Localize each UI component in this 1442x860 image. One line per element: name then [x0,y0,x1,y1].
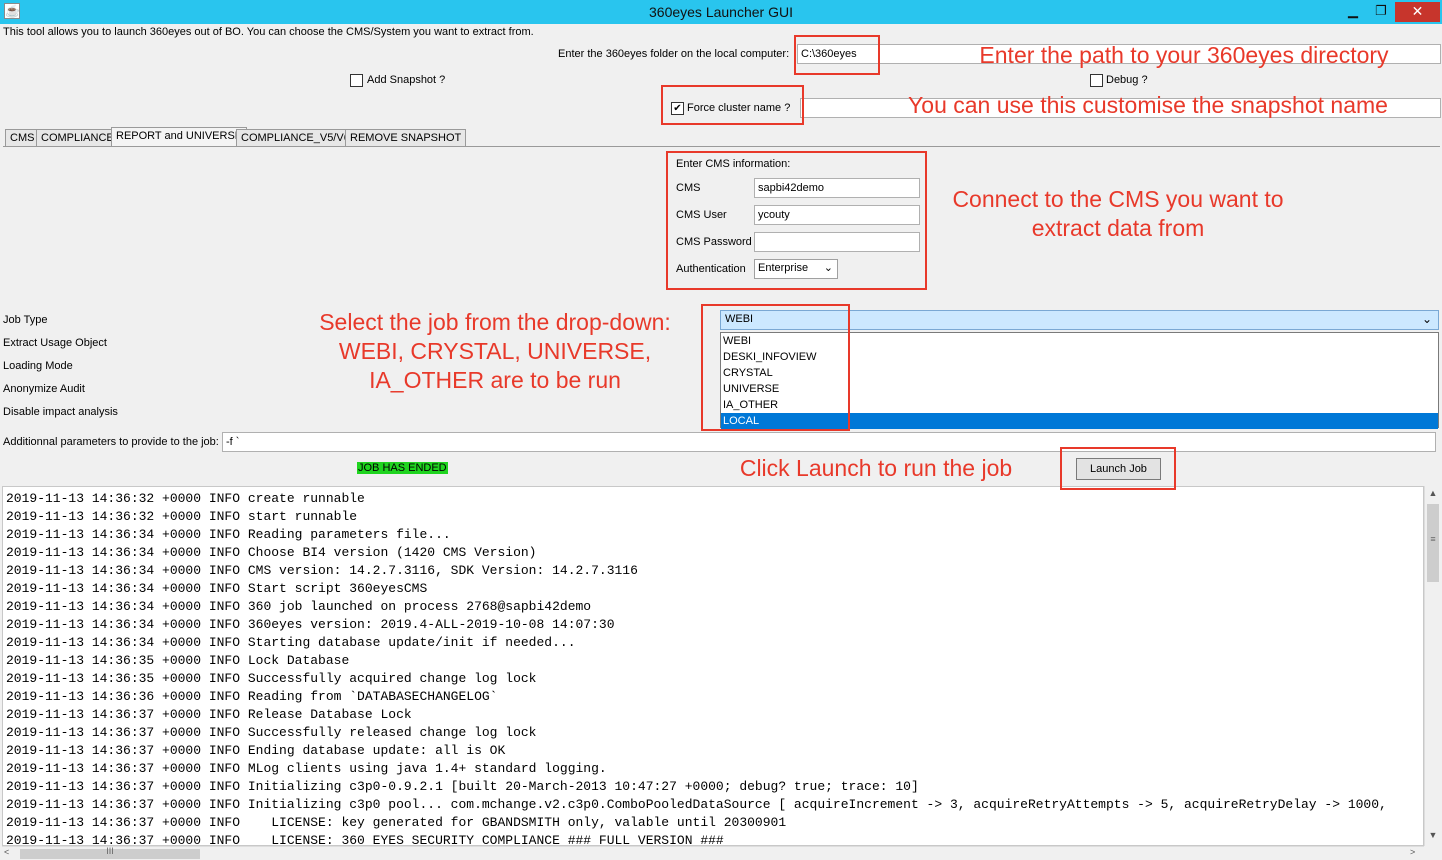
annotation-box-jobtype [701,304,850,431]
log-line: 2019-11-13 14:36:37 +0000 INFO Release D… [6,707,412,722]
intro-text: This tool allows you to launch 360eyes o… [3,26,534,38]
scroll-left-icon[interactable]: < [4,847,9,857]
window-title: 360eyes Launcher GUI [649,4,793,20]
close-icon[interactable]: ✕ [1395,2,1440,22]
log-line: 2019-11-13 14:36:34 +0000 INFO Choose BI… [6,545,537,560]
log-line: 2019-11-13 14:36:36 +0000 INFO Reading f… [6,689,498,704]
annotation-snapshot-note: You can use this customise the snapshot … [908,92,1388,118]
status-badge: JOB HAS ENDED [357,462,448,474]
log-line: 2019-11-13 14:36:37 +0000 INFO Initializ… [6,779,919,794]
add-snapshot-checkbox[interactable] [350,74,363,87]
extract-usage-label: Extract Usage Object [3,337,107,349]
vertical-scroll-thumb[interactable]: ≡ [1427,504,1439,582]
debug-checkbox[interactable] [1090,74,1103,87]
log-lines: 2019-11-13 14:36:32 +0000 INFO create ru… [6,490,1387,846]
log-line: 2019-11-13 14:36:35 +0000 INFO Lock Data… [6,653,350,668]
tab-compliance[interactable]: COMPLIANCE [36,129,119,147]
log-line: 2019-11-13 14:36:37 +0000 INFO LICENSE: … [6,833,724,846]
tab-remove-snapshot[interactable]: REMOVE SNAPSHOT [345,129,467,147]
annotation-box-folder [794,35,880,75]
scroll-right-icon[interactable]: > [1410,847,1415,857]
log-line: 2019-11-13 14:36:34 +0000 INFO 360 job l… [6,599,592,614]
params-input[interactable]: -f ` [222,432,1436,452]
log-line: 2019-11-13 14:36:34 +0000 INFO Reading p… [6,527,451,542]
log-line: 2019-11-13 14:36:35 +0000 INFO Successfu… [6,671,537,686]
tab-cms[interactable]: CMS [5,129,40,147]
log-line: 2019-11-13 14:36:32 +0000 INFO start run… [6,509,358,524]
annotation-box-cluster [661,85,804,125]
scroll-down-icon[interactable]: ▼ [1425,830,1441,840]
folder-label: Enter the 360eyes folder on the local co… [558,48,790,60]
annotation-box-cms [666,151,927,290]
annotation-job-note: Select the job from the drop-down: WEBI,… [319,309,671,393]
loading-mode-label: Loading Mode [3,360,73,372]
grip-icon: III [106,846,114,856]
annotation-box-launch [1060,447,1176,490]
log-line: 2019-11-13 14:36:37 +0000 INFO MLog clie… [6,761,607,776]
log-line: 2019-11-13 14:36:34 +0000 INFO CMS versi… [6,563,638,578]
vertical-scrollbar[interactable]: ▲ ≡ ▼ [1424,486,1440,846]
log-line: 2019-11-13 14:36:34 +0000 INFO Starting … [6,635,576,650]
chevron-down-icon: ⌄ [1421,312,1432,326]
horizontal-scrollbar[interactable]: < III > [2,846,1424,860]
tab-report-and-universe[interactable]: REPORT and UNIVERSE [111,127,248,147]
log-line: 2019-11-13 14:36:37 +0000 INFO LICENSE: … [6,815,787,830]
scroll-up-icon[interactable]: ▲ [1425,488,1441,498]
maximize-icon[interactable]: ❐ [1367,2,1395,22]
annotation-cms-note: Connect to the CMS you want to extract d… [952,186,1284,241]
log-line: 2019-11-13 14:36:34 +0000 INFO 360eyes v… [6,617,615,632]
job-type-label: Job Type [3,314,48,326]
params-label: Additionnal parameters to provide to the… [3,436,219,448]
annotation-path-note: Enter the path to your 360eyes directory [979,42,1389,68]
add-snapshot-label: Add Snapshot ? [367,74,446,86]
scroll-corner [1424,846,1440,860]
log-line: 2019-11-13 14:36:37 +0000 INFO Ending da… [6,743,506,758]
log-line: 2019-11-13 14:36:34 +0000 INFO Start scr… [6,581,428,596]
tab-compliance-v5-v6[interactable]: COMPLIANCE_V5/V6 [236,129,355,147]
horizontal-scroll-thumb[interactable]: III [20,846,200,859]
anonymize-audit-label: Anonymize Audit [3,383,85,395]
disable-impact-label: Disable impact analysis [3,406,118,418]
log-output[interactable]: 2019-11-13 14:36:32 +0000 INFO create ru… [2,486,1424,846]
log-line: 2019-11-13 14:36:37 +0000 INFO Successfu… [6,725,537,740]
log-line: 2019-11-13 14:36:37 +0000 INFO Initializ… [6,797,1387,812]
log-line: 2019-11-13 14:36:32 +0000 INFO create ru… [6,491,365,506]
debug-label: Debug ? [1106,74,1148,86]
annotation-launch-note: Click Launch to run the job [739,455,1013,481]
grip-icon: ≡ [1430,534,1436,544]
minimize-icon[interactable]: ▁ [1339,2,1367,22]
